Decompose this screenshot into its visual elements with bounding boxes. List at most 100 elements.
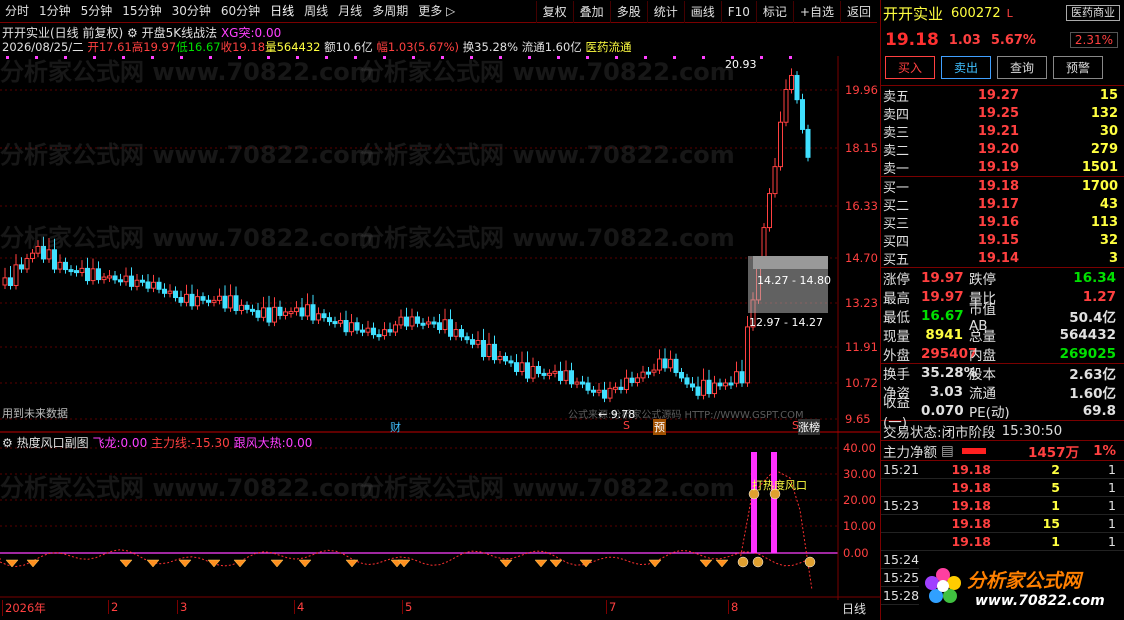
candle-body — [712, 382, 717, 395]
signal-dot — [789, 56, 792, 59]
candle-body — [184, 293, 189, 303]
badge-forecast[interactable]: 预 — [653, 419, 666, 435]
signal-dot — [673, 56, 676, 59]
stock-flag: L — [1006, 6, 1013, 20]
book-price: 19.20 — [977, 141, 1019, 157]
query-button[interactable]: 查询 — [997, 56, 1047, 79]
candle-body — [558, 370, 563, 381]
price-tick-label: 14.70 — [845, 251, 878, 265]
candle-body — [629, 377, 635, 383]
tick-count: 1 — [1108, 480, 1116, 495]
time-tick-label: 2026年 — [2, 600, 46, 616]
candle-body — [354, 322, 360, 331]
signal-dot — [93, 56, 96, 59]
candle-body — [349, 322, 354, 333]
book-price: 19.16 — [977, 214, 1019, 230]
stat-value: 35.28% — [921, 365, 978, 381]
stat-value: 50.4亿 — [1069, 309, 1116, 326]
bid-row[interactable]: 买一 19.18 1700 — [881, 177, 1124, 196]
book-level-label: 买三 — [883, 216, 910, 232]
signal-dot — [354, 56, 357, 59]
stock-name: 开开实业 — [883, 4, 944, 23]
period-label[interactable]: 日线 — [842, 600, 866, 617]
buy-button[interactable]: 买入 — [885, 56, 935, 79]
badge-rank[interactable]: 涨榜 — [798, 419, 820, 435]
book-volume: 1700 — [1081, 178, 1118, 194]
signal-dot — [412, 56, 415, 59]
candle-body — [178, 297, 184, 303]
candle-body — [305, 304, 310, 317]
sector-name: 医药商业 — [1071, 6, 1115, 19]
stat-value: 16.34 — [1073, 269, 1116, 286]
signal-dot — [267, 56, 270, 59]
ask-row[interactable]: 卖五 19.27 15 — [881, 86, 1124, 105]
book-price: 19.25 — [977, 105, 1019, 121]
trade-buttons: 买入 卖出 查询 预警 — [881, 54, 1124, 85]
book-price: 19.19 — [977, 159, 1019, 175]
badge-s1[interactable]: S — [623, 419, 630, 432]
bid-row[interactable]: 买五 19.14 3 — [881, 249, 1124, 268]
tick-count: 1 — [1108, 498, 1116, 513]
bid-row[interactable]: 买二 19.17 43 — [881, 195, 1124, 214]
status-time: 15:30:50 — [1001, 422, 1063, 439]
stat-row: 收益(一) 0.070 PE(动) 69.8 — [881, 395, 1124, 431]
candle-body — [789, 74, 794, 91]
book-price: 19.14 — [977, 250, 1019, 266]
candle-body — [173, 290, 178, 299]
candle-body — [233, 295, 239, 311]
settings-icon-2[interactable]: ⚙ — [2, 436, 13, 450]
sub-title[interactable]: 热度风口副图 — [17, 436, 89, 450]
candle-body — [74, 270, 79, 274]
candle-body — [602, 389, 607, 399]
stat-label: 最低 — [883, 309, 910, 326]
ask-row[interactable]: 卖二 19.20 279 — [881, 140, 1124, 159]
candle-body — [68, 269, 74, 273]
diamond-icon — [270, 559, 284, 568]
time-tick-label: 8 — [728, 600, 738, 614]
candle-body — [514, 362, 519, 372]
candle-body — [503, 355, 508, 362]
bid-row[interactable]: 买四 19.15 32 — [881, 231, 1124, 250]
candle-body — [41, 245, 46, 260]
candle-body — [338, 320, 343, 324]
candle-body — [481, 340, 486, 358]
signal-dot — [35, 56, 38, 59]
ask-row[interactable]: 卖一 19.19 1501 — [881, 158, 1124, 177]
candle-body — [107, 275, 112, 279]
candle-body — [492, 343, 497, 361]
sub-chart-header: ⚙ 热度风口副图 飞龙:0.00 主力线:-15.30 跟风大热:0.00 — [2, 434, 312, 451]
badge-finance[interactable]: 财 — [390, 419, 401, 435]
candle-body — [415, 316, 420, 324]
candle-body — [299, 307, 305, 317]
tick-row: 19.18 5 1 — [881, 479, 1124, 497]
candle-body — [635, 377, 640, 383]
signal-dot — [383, 56, 386, 59]
signal-dot — [151, 56, 154, 59]
candle-body — [767, 193, 772, 229]
candle-body — [745, 326, 750, 384]
signal-dot — [64, 56, 67, 59]
flow-pct: 1% — [1093, 442, 1116, 459]
list-icon[interactable]: ▤ — [941, 443, 954, 459]
signal-dot — [470, 56, 473, 59]
sub-tick-label: 20.00 — [843, 493, 876, 507]
sector-tag[interactable]: 医药商业 — [1066, 5, 1120, 21]
ask-row[interactable]: 卖四 19.25 132 — [881, 104, 1124, 123]
candle-body — [717, 382, 723, 387]
stat-label: 换手 — [883, 367, 910, 383]
stat-label: 内盘 — [969, 347, 996, 364]
signal-dot — [615, 56, 618, 59]
candle-body — [453, 329, 459, 337]
candle-body — [13, 264, 19, 287]
tick-row: 15:21 19.18 2 1 — [881, 461, 1124, 479]
book-level-label: 卖一 — [883, 161, 910, 177]
diamond-icon — [534, 559, 548, 568]
ask-row[interactable]: 卖三 19.21 30 — [881, 122, 1124, 141]
alert-button[interactable]: 预警 — [1053, 56, 1103, 79]
candle-body — [778, 121, 783, 168]
candle-body — [217, 295, 222, 301]
bid-row[interactable]: 买三 19.16 113 — [881, 213, 1124, 232]
sell-button[interactable]: 卖出 — [941, 56, 991, 79]
tick-row: 19.18 15 1 — [881, 515, 1124, 533]
diamond-icon — [298, 559, 312, 568]
